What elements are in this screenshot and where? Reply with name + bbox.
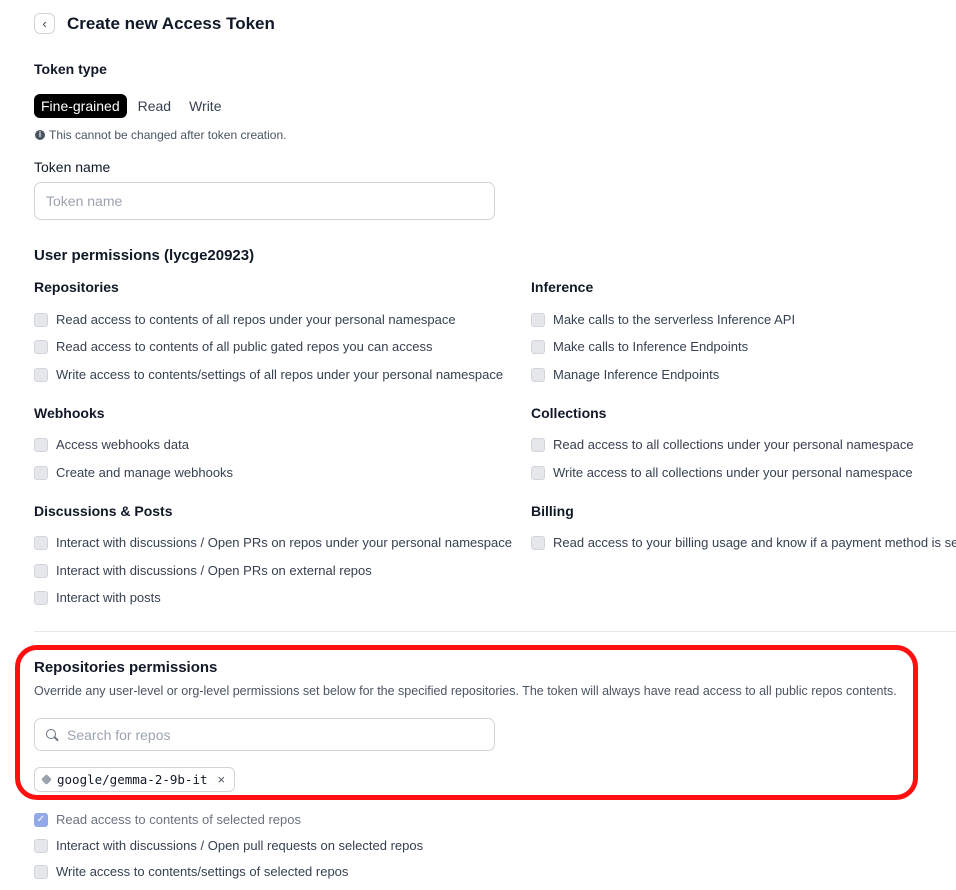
checkbox[interactable]	[531, 312, 545, 327]
tab-read[interactable]: Read	[131, 94, 178, 118]
perm-webhooks-manage[interactable]: Create and manage webhooks	[34, 465, 233, 480]
page-header: ‹ Create new Access Token	[34, 13, 275, 34]
checkbox[interactable]	[34, 864, 48, 879]
user-permissions-title: User permissions (lycge20923)	[34, 247, 255, 264]
perm-inference-endpoints-manage[interactable]: Manage Inference Endpoints	[531, 367, 719, 382]
perm-label: Read access to your billing usage and kn…	[553, 535, 956, 550]
checkbox[interactable]	[531, 437, 545, 452]
perm-billing-read[interactable]: Read access to your billing usage and kn…	[531, 535, 956, 550]
checkbox[interactable]	[34, 465, 48, 480]
selected-repo-chip: google/gemma-2-9b-it ×	[34, 767, 236, 792]
perm-inference-endpoints-call[interactable]: Make calls to Inference Endpoints	[531, 339, 748, 354]
back-button[interactable]: ‹	[34, 13, 55, 34]
perm-label: Read access to all collections under you…	[553, 437, 914, 452]
checkbox[interactable]	[34, 437, 48, 452]
perm-posts[interactable]: Interact with posts	[34, 590, 161, 605]
perm-repos-write-personal[interactable]: Write access to contents/settings of all…	[34, 367, 503, 382]
perm-label: Write access to all collections under yo…	[553, 465, 913, 480]
perm-repos-read-personal[interactable]: Read access to contents of all repos und…	[34, 312, 456, 327]
page-title: Create new Access Token	[67, 13, 275, 33]
section-divider	[34, 631, 956, 632]
perm-label: Read access to contents of selected repo…	[56, 812, 301, 827]
perm-label: Make calls to the serverless Inference A…	[553, 312, 796, 327]
perm-selected-repos-read[interactable]: ✓ Read access to contents of selected re…	[34, 812, 301, 827]
remove-icon[interactable]: ×	[218, 772, 226, 787]
perm-label: Read access to contents of all public ga…	[56, 339, 433, 354]
repo-search-input[interactable]	[67, 726, 484, 743]
perm-webhooks-read[interactable]: Access webhooks data	[34, 437, 189, 452]
repo-search-field[interactable]	[34, 718, 495, 751]
perm-collections-read[interactable]: Read access to all collections under you…	[531, 437, 914, 452]
perm-label: Write access to contents/settings of all…	[56, 367, 504, 382]
checkbox[interactable]	[34, 563, 48, 578]
checkbox[interactable]	[34, 339, 48, 354]
token-name-field[interactable]	[34, 182, 495, 220]
token-type-label: Token type	[34, 61, 107, 77]
checkbox[interactable]	[34, 838, 48, 853]
perm-label: Interact with discussions / Open PRs on …	[56, 563, 372, 578]
checkbox[interactable]	[34, 590, 48, 605]
perm-label: Interact with discussions / Open pull re…	[56, 838, 424, 853]
repositories-permissions-title: Repositories permissions	[34, 659, 218, 676]
checkbox[interactable]	[531, 465, 545, 480]
checkbox[interactable]	[531, 367, 545, 382]
repositories-permissions-description: Override any user-level or org-level per…	[34, 684, 897, 698]
perm-inference-serverless[interactable]: Make calls to the serverless Inference A…	[531, 312, 795, 327]
checkbox[interactable]	[531, 339, 545, 354]
webhooks-group-title: Webhooks	[34, 405, 105, 421]
perm-discussions-external[interactable]: Interact with discussions / Open PRs on …	[34, 563, 372, 578]
chevron-left-icon: ‹	[42, 16, 47, 31]
billing-group-title: Billing	[531, 503, 574, 519]
token-type-note-text: This cannot be changed after token creat…	[49, 128, 287, 142]
search-icon	[45, 728, 59, 742]
perm-label: Manage Inference Endpoints	[553, 367, 720, 382]
selected-repo-name: google/gemma-2-9b-it	[57, 772, 208, 787]
perm-label: Create and manage webhooks	[56, 465, 234, 480]
perm-collections-write[interactable]: Write access to all collections under yo…	[531, 465, 913, 480]
perm-label: Read access to contents of all repos und…	[56, 312, 456, 327]
perm-selected-repos-discussions[interactable]: Interact with discussions / Open pull re…	[34, 838, 423, 853]
checkbox-checked[interactable]: ✓	[34, 812, 48, 827]
checkbox[interactable]	[34, 535, 48, 550]
perm-discussions-personal[interactable]: Interact with discussions / Open PRs on …	[34, 535, 512, 550]
token-name-input[interactable]	[46, 193, 483, 209]
checkbox[interactable]	[34, 312, 48, 327]
collections-group-title: Collections	[531, 405, 607, 421]
repo-icon	[41, 774, 52, 785]
perm-label: Access webhooks data	[56, 437, 189, 452]
info-icon: i	[35, 130, 45, 140]
token-type-tabs: Fine-grained Read Write	[34, 94, 229, 118]
checkbox[interactable]	[34, 367, 48, 382]
perm-label: Interact with discussions / Open PRs on …	[56, 535, 512, 550]
perm-repos-read-gated[interactable]: Read access to contents of all public ga…	[34, 339, 433, 354]
repositories-group-title: Repositories	[34, 279, 119, 295]
tab-write[interactable]: Write	[182, 94, 228, 118]
perm-label: Interact with posts	[56, 590, 161, 605]
perm-label: Make calls to Inference Endpoints	[553, 339, 749, 354]
tab-fine-grained[interactable]: Fine-grained	[34, 94, 127, 118]
perm-label: Write access to contents/settings of sel…	[56, 864, 349, 879]
token-type-note: i This cannot be changed after token cre…	[35, 128, 287, 142]
perm-selected-repos-write[interactable]: Write access to contents/settings of sel…	[34, 864, 348, 879]
token-name-label: Token name	[34, 159, 111, 175]
discussions-group-title: Discussions & Posts	[34, 503, 173, 519]
checkbox[interactable]	[531, 535, 545, 550]
inference-group-title: Inference	[531, 279, 594, 295]
check-icon: ✓	[36, 813, 46, 825]
